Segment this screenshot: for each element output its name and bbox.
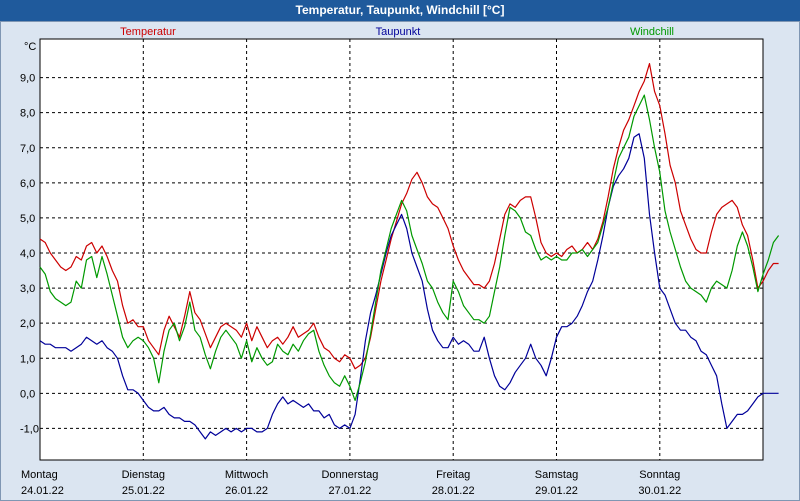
x-tick-date: 27.01.22 [328, 485, 371, 497]
legend: Temperatur Taupunkt Windchill [120, 26, 674, 38]
y-tick-label: 5,0 [20, 213, 35, 225]
x-tick-day: Samstag [535, 469, 578, 481]
y-tick-label: 4,0 [20, 248, 35, 260]
y-tick-label: 1,0 [20, 353, 35, 365]
x-tick-day: Freitag [436, 469, 470, 481]
y-tick-labels: 9,0 8,0 7,0 6,0 5,0 4,0 3,0 2,0 1,0 0,0 -1,0 [20, 73, 39, 436]
x-tick-date: 29.01.22 [535, 485, 578, 497]
x-tick-day: Montag [21, 469, 58, 481]
x-tick-date: 24.01.22 [21, 485, 64, 497]
legend-item-taupunkt: Taupunkt [376, 26, 421, 38]
y-tick-label: 9,0 [20, 73, 35, 85]
y-tick-label: 8,0 [20, 108, 35, 120]
x-tick-date: 26.01.22 [225, 485, 268, 497]
y-tick-label: -1,0 [20, 423, 39, 435]
chart: 9,0 8,0 7,0 6,0 5,0 4,0 3,0 2,0 1,0 0,0 -1,0 Monta… [20, 26, 780, 497]
x-tick-date: 30.01.22 [638, 485, 681, 497]
y-tick-label: 0,0 [20, 388, 35, 400]
x-tick-day: Sonntag [639, 469, 680, 481]
x-tick-labels: Montag 24.01.22 Dienstag 25.01.22 Mittwoch 26… [21, 469, 681, 497]
y-tick-label: 7,0 [20, 143, 35, 155]
y-axis-unit: °C [24, 41, 36, 53]
y-tick-label: 3,0 [20, 283, 35, 295]
y-tick-label: 6,0 [20, 178, 35, 190]
legend-item-windchill: Windchill [630, 26, 674, 38]
legend-item-temperatur: Temperatur [120, 26, 176, 38]
y-tick-label: 2,0 [20, 318, 35, 330]
x-tick-day: Donnerstag [321, 469, 378, 481]
x-tick-date: 25.01.22 [122, 485, 165, 497]
x-tick-date: 28.01.22 [432, 485, 475, 497]
x-tick-day: Dienstag [122, 469, 165, 481]
x-tick-day: Mittwoch [225, 469, 268, 481]
